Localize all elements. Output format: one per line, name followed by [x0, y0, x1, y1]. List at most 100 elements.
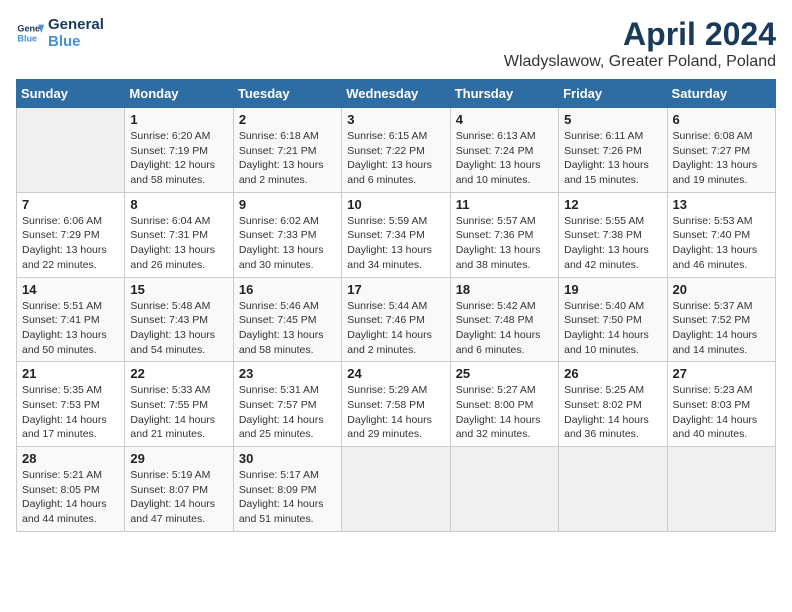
- column-headers: SundayMondayTuesdayWednesdayThursdayFrid…: [17, 80, 776, 108]
- calendar-cell: 20 Sunrise: 5:37 AM Sunset: 7:52 PM Dayli…: [667, 277, 775, 362]
- calendar-cell: 23 Sunrise: 5:31 AM Sunset: 7:57 PM Dayli…: [233, 362, 341, 447]
- calendar-cell: 14 Sunrise: 5:51 AM Sunset: 7:41 PM Dayli…: [17, 277, 125, 362]
- calendar-cell: 29Sunrise: 5:19 AM Sunset: 8:07 PM Dayli…: [125, 447, 233, 532]
- week-row-3: 14 Sunrise: 5:51 AM Sunset: 7:41 PM Dayli…: [17, 277, 776, 362]
- day-number: 22: [130, 366, 227, 381]
- day-info: Sunrise: 6:11 AM Sunset: 7:26 PM Dayligh…: [564, 129, 661, 188]
- day-number: 11: [456, 197, 553, 212]
- day-info: Sunrise: 6:02 AM Sunset: 7:33 PM Dayligh…: [239, 214, 336, 273]
- calendar-cell: 27 Sunrise: 5:23 AM Sunset: 8:03 PM Dayli…: [667, 362, 775, 447]
- day-number: 25: [456, 366, 553, 381]
- calendar-cell: 3Sunrise: 6:15 AM Sunset: 7:22 PM Daylig…: [342, 108, 450, 193]
- day-info: Sunrise: 5:25 AM Sunset: 8:02 PM Dayligh…: [564, 383, 661, 442]
- column-header-sunday: Sunday: [17, 80, 125, 108]
- day-number: 28: [22, 451, 119, 466]
- day-number: 20: [673, 282, 770, 297]
- logo: General Blue General Blue: [16, 16, 104, 50]
- column-header-wednesday: Wednesday: [342, 80, 450, 108]
- day-number: 14: [22, 282, 119, 297]
- day-info: Sunrise: 5:46 AM Sunset: 7:45 PM Dayligh…: [239, 299, 336, 358]
- logo-icon: General Blue: [16, 19, 44, 47]
- day-info: Sunrise: 5:37 AM Sunset: 7:52 PM Dayligh…: [673, 299, 770, 358]
- day-number: 7: [22, 197, 119, 212]
- day-info: Sunrise: 5:23 AM Sunset: 8:03 PM Dayligh…: [673, 383, 770, 442]
- day-info: Sunrise: 5:40 AM Sunset: 7:50 PM Dayligh…: [564, 299, 661, 358]
- week-row-1: 1 Sunrise: 6:20 AM Sunset: 7:19 PM Daylig…: [17, 108, 776, 193]
- day-number: 1: [130, 112, 227, 127]
- day-info: Sunrise: 5:19 AM Sunset: 8:07 PM Dayligh…: [130, 468, 227, 527]
- day-number: 8: [130, 197, 227, 212]
- day-number: 27: [673, 366, 770, 381]
- day-info: Sunrise: 5:31 AM Sunset: 7:57 PM Dayligh…: [239, 383, 336, 442]
- title-block: April 2024 Wladyslawow, Greater Poland, …: [504, 16, 776, 71]
- day-number: 21: [22, 366, 119, 381]
- calendar-cell: 10 Sunrise: 5:59 AM Sunset: 7:34 PM Dayli…: [342, 192, 450, 277]
- day-number: 9: [239, 197, 336, 212]
- day-number: 16: [239, 282, 336, 297]
- calendar-cell: 17Sunrise: 5:44 AM Sunset: 7:46 PM Dayli…: [342, 277, 450, 362]
- column-header-friday: Friday: [559, 80, 667, 108]
- day-info: Sunrise: 5:27 AM Sunset: 8:00 PM Dayligh…: [456, 383, 553, 442]
- day-info: Sunrise: 5:42 AM Sunset: 7:48 PM Dayligh…: [456, 299, 553, 358]
- calendar-cell: [559, 447, 667, 532]
- day-number: 23: [239, 366, 336, 381]
- calendar-cell: 2 Sunrise: 6:18 AM Sunset: 7:21 PM Daylig…: [233, 108, 341, 193]
- calendar-cell: [17, 108, 125, 193]
- calendar-cell: 11 Sunrise: 5:57 AM Sunset: 7:36 PM Dayli…: [450, 192, 558, 277]
- calendar-cell: 22 Sunrise: 5:33 AM Sunset: 7:55 PM Dayli…: [125, 362, 233, 447]
- column-header-saturday: Saturday: [667, 80, 775, 108]
- day-number: 30: [239, 451, 336, 466]
- calendar-cell: 18 Sunrise: 5:42 AM Sunset: 7:48 PM Dayli…: [450, 277, 558, 362]
- day-info: Sunrise: 6:06 AM Sunset: 7:29 PM Dayligh…: [22, 214, 119, 273]
- day-info: Sunrise: 6:15 AM Sunset: 7:22 PM Dayligh…: [347, 129, 444, 188]
- day-number: 12: [564, 197, 661, 212]
- column-header-tuesday: Tuesday: [233, 80, 341, 108]
- day-number: 17: [347, 282, 444, 297]
- calendar-cell: 1 Sunrise: 6:20 AM Sunset: 7:19 PM Daylig…: [125, 108, 233, 193]
- column-header-monday: Monday: [125, 80, 233, 108]
- calendar-cell: [342, 447, 450, 532]
- day-number: 24: [347, 366, 444, 381]
- day-info: Sunrise: 6:20 AM Sunset: 7:19 PM Dayligh…: [130, 129, 227, 188]
- calendar-cell: 24 Sunrise: 5:29 AM Sunset: 7:58 PM Dayli…: [342, 362, 450, 447]
- day-info: Sunrise: 5:35 AM Sunset: 7:53 PM Dayligh…: [22, 383, 119, 442]
- logo-line2: Blue: [48, 33, 104, 50]
- calendar-cell: [450, 447, 558, 532]
- calendar-cell: 19 Sunrise: 5:40 AM Sunset: 7:50 PM Dayli…: [559, 277, 667, 362]
- day-info: Sunrise: 6:18 AM Sunset: 7:21 PM Dayligh…: [239, 129, 336, 188]
- calendar-cell: 26Sunrise: 5:25 AM Sunset: 8:02 PM Dayli…: [559, 362, 667, 447]
- calendar-cell: 15Sunrise: 5:48 AM Sunset: 7:43 PM Dayli…: [125, 277, 233, 362]
- day-number: 4: [456, 112, 553, 127]
- calendar-cell: 30 Sunrise: 5:17 AM Sunset: 8:09 PM Dayli…: [233, 447, 341, 532]
- day-number: 19: [564, 282, 661, 297]
- day-number: 2: [239, 112, 336, 127]
- day-info: Sunrise: 5:17 AM Sunset: 8:09 PM Dayligh…: [239, 468, 336, 527]
- day-info: Sunrise: 6:08 AM Sunset: 7:27 PM Dayligh…: [673, 129, 770, 188]
- calendar-cell: 6Sunrise: 6:08 AM Sunset: 7:27 PM Daylig…: [667, 108, 775, 193]
- day-info: Sunrise: 5:48 AM Sunset: 7:43 PM Dayligh…: [130, 299, 227, 358]
- day-info: Sunrise: 5:33 AM Sunset: 7:55 PM Dayligh…: [130, 383, 227, 442]
- calendar-title: April 2024: [504, 16, 776, 53]
- day-info: Sunrise: 5:57 AM Sunset: 7:36 PM Dayligh…: [456, 214, 553, 273]
- calendar-cell: 7 Sunrise: 6:06 AM Sunset: 7:29 PM Daylig…: [17, 192, 125, 277]
- day-number: 5: [564, 112, 661, 127]
- calendar-cell: 8 Sunrise: 6:04 AM Sunset: 7:31 PM Daylig…: [125, 192, 233, 277]
- day-info: Sunrise: 5:59 AM Sunset: 7:34 PM Dayligh…: [347, 214, 444, 273]
- calendar-cell: 16 Sunrise: 5:46 AM Sunset: 7:45 PM Dayli…: [233, 277, 341, 362]
- calendar-cell: [667, 447, 775, 532]
- calendar-cell: 13Sunrise: 5:53 AM Sunset: 7:40 PM Dayli…: [667, 192, 775, 277]
- day-info: Sunrise: 5:55 AM Sunset: 7:38 PM Dayligh…: [564, 214, 661, 273]
- day-number: 18: [456, 282, 553, 297]
- day-number: 10: [347, 197, 444, 212]
- day-info: Sunrise: 5:29 AM Sunset: 7:58 PM Dayligh…: [347, 383, 444, 442]
- calendar-cell: 21 Sunrise: 5:35 AM Sunset: 7:53 PM Dayli…: [17, 362, 125, 447]
- calendar-table: SundayMondayTuesdayWednesdayThursdayFrid…: [16, 79, 776, 532]
- svg-text:Blue: Blue: [17, 33, 37, 43]
- calendar-cell: 12 Sunrise: 5:55 AM Sunset: 7:38 PM Dayli…: [559, 192, 667, 277]
- day-info: Sunrise: 5:53 AM Sunset: 7:40 PM Dayligh…: [673, 214, 770, 273]
- week-row-5: 28Sunrise: 5:21 AM Sunset: 8:05 PM Dayli…: [17, 447, 776, 532]
- day-info: Sunrise: 5:51 AM Sunset: 7:41 PM Dayligh…: [22, 299, 119, 358]
- day-info: Sunrise: 6:04 AM Sunset: 7:31 PM Dayligh…: [130, 214, 227, 273]
- calendar-cell: 4Sunrise: 6:13 AM Sunset: 7:24 PM Daylig…: [450, 108, 558, 193]
- week-row-2: 7 Sunrise: 6:06 AM Sunset: 7:29 PM Daylig…: [17, 192, 776, 277]
